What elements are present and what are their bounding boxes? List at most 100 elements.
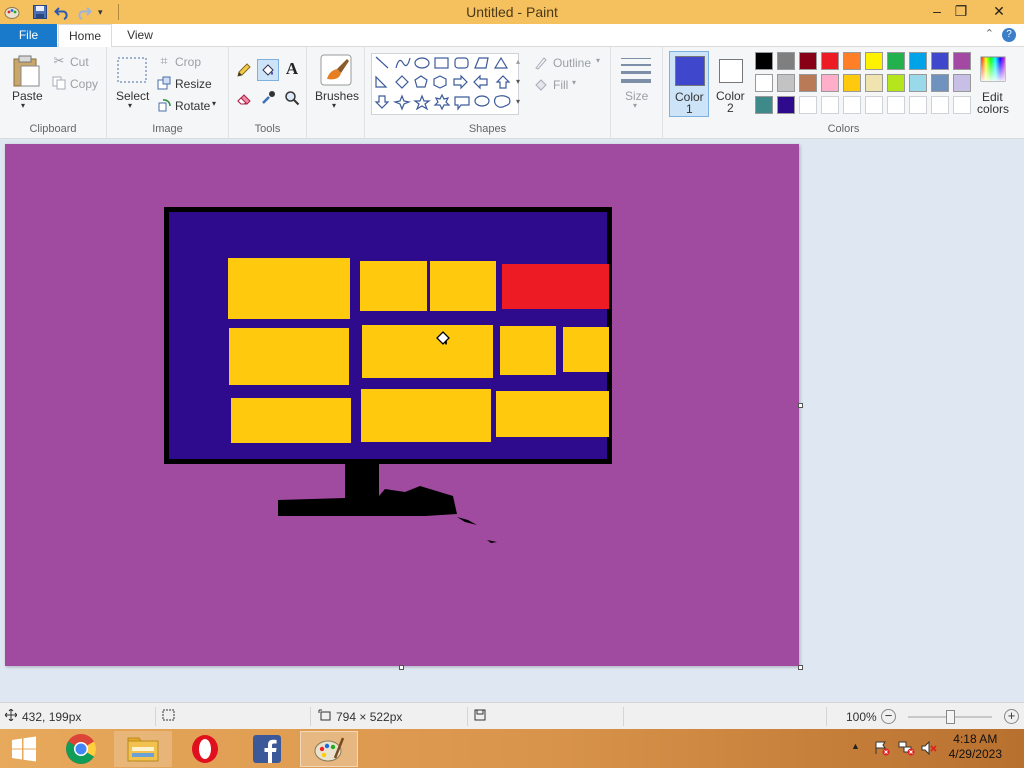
drawing-canvas[interactable]: [5, 144, 799, 666]
palette-swatch[interactable]: [755, 52, 773, 70]
rotate-icon[interactable]: [157, 98, 171, 112]
resize-button[interactable]: Resize: [175, 77, 212, 91]
zoom-slider-thumb[interactable]: [945, 710, 955, 724]
help-icon[interactable]: ?: [1002, 28, 1016, 42]
color2-button[interactable]: Color 2: [711, 51, 751, 117]
palette-swatch[interactable]: [843, 74, 861, 92]
palette-swatch[interactable]: [799, 52, 817, 70]
tab-home[interactable]: Home: [58, 24, 112, 48]
brushes-button[interactable]: Brushes: [315, 89, 359, 103]
cut-button[interactable]: Cut: [70, 55, 89, 69]
pencil-icon[interactable]: [235, 61, 253, 79]
rotate-button[interactable]: Rotate: [175, 99, 210, 113]
crop-icon[interactable]: ⌗: [157, 53, 171, 68]
color1-button[interactable]: Color 1: [669, 51, 709, 117]
tile: [496, 391, 609, 437]
size-dropdown-icon[interactable]: ▾: [633, 101, 637, 110]
palette-swatch[interactable]: [887, 52, 905, 70]
rotate-dropdown-icon[interactable]: ▾: [212, 99, 216, 108]
copy-icon[interactable]: [52, 76, 66, 90]
fill-dropdown-icon[interactable]: ▾: [572, 78, 576, 87]
palette-swatch[interactable]: [931, 96, 949, 114]
volume-muted-icon[interactable]: [921, 740, 938, 759]
fill-icon[interactable]: [533, 77, 549, 93]
outline-icon[interactable]: [533, 55, 549, 71]
tab-view[interactable]: View: [114, 24, 166, 48]
paste-dropdown-icon[interactable]: ▾: [21, 101, 25, 110]
palette-swatch[interactable]: [865, 96, 883, 114]
crop-button[interactable]: Crop: [175, 55, 201, 69]
select-icon[interactable]: [117, 57, 147, 83]
palette-swatch[interactable]: [865, 52, 883, 70]
magnifier-icon[interactable]: [283, 89, 301, 107]
brushes-dropdown-icon[interactable]: ▾: [332, 101, 336, 110]
shapes-scroll-up-icon[interactable]: ▴: [516, 57, 520, 66]
palette-swatch[interactable]: [931, 52, 949, 70]
resize-handle-right[interactable]: [798, 403, 803, 408]
palette-swatch[interactable]: [799, 74, 817, 92]
outline-dropdown-icon[interactable]: ▾: [596, 56, 600, 65]
palette-swatch[interactable]: [953, 96, 971, 114]
palette-swatch[interactable]: [799, 96, 817, 114]
network-icon[interactable]: [898, 740, 915, 759]
canvas-area[interactable]: [0, 139, 1024, 702]
chrome-taskbar-button[interactable]: [52, 731, 110, 767]
palette-swatch[interactable]: [865, 74, 883, 92]
palette-swatch[interactable]: [843, 52, 861, 70]
copy-button[interactable]: Copy: [70, 77, 98, 91]
palette-swatch[interactable]: [909, 74, 927, 92]
palette-swatch[interactable]: [887, 74, 905, 92]
action-center-icon[interactable]: [874, 740, 890, 759]
palette-swatch[interactable]: [953, 52, 971, 70]
edit-colors-icon[interactable]: [979, 55, 1007, 83]
palette-swatch[interactable]: [821, 74, 839, 92]
palette-swatch[interactable]: [755, 74, 773, 92]
opera-taskbar-button[interactable]: [176, 731, 234, 767]
start-button[interactable]: [0, 731, 48, 767]
shapes-expand-icon[interactable]: ▾: [516, 97, 520, 106]
zoom-in-button[interactable]: +: [1004, 709, 1019, 724]
zoom-out-button[interactable]: −: [881, 709, 896, 724]
collapse-ribbon-icon[interactable]: ⌃: [985, 27, 994, 40]
facebook-taskbar-button[interactable]: [238, 731, 296, 767]
fill-bucket-icon[interactable]: [257, 59, 279, 81]
tab-file[interactable]: File: [0, 24, 57, 47]
show-hidden-icons-button[interactable]: ▲: [851, 741, 860, 751]
file-explorer-taskbar-button[interactable]: [114, 731, 172, 767]
shapes-scroll-down-icon[interactable]: ▾: [516, 77, 520, 86]
palette-swatch[interactable]: [843, 96, 861, 114]
palette-swatch[interactable]: [909, 52, 927, 70]
palette-swatch[interactable]: [777, 74, 795, 92]
paste-icon[interactable]: [10, 53, 42, 89]
palette-swatch[interactable]: [931, 74, 949, 92]
text-icon[interactable]: A: [282, 59, 302, 79]
color-picker-icon[interactable]: [259, 89, 277, 107]
select-dropdown-icon[interactable]: ▾: [128, 101, 132, 110]
palette-swatch[interactable]: [953, 74, 971, 92]
close-button[interactable]: ✕: [984, 0, 1014, 22]
resize-handle-bottom[interactable]: [399, 665, 404, 670]
resize-icon[interactable]: [157, 76, 171, 90]
select-button[interactable]: Select: [116, 89, 149, 103]
palette-swatch[interactable]: [887, 96, 905, 114]
resize-handle-corner[interactable]: [798, 665, 803, 670]
palette-swatch[interactable]: [821, 52, 839, 70]
restore-button[interactable]: ❐: [946, 0, 976, 22]
paint-taskbar-button[interactable]: [300, 731, 358, 767]
palette-swatch[interactable]: [821, 96, 839, 114]
paste-button[interactable]: Paste: [12, 89, 43, 103]
zoom-slider[interactable]: [908, 710, 992, 724]
cut-icon[interactable]: ✂: [52, 53, 66, 68]
palette-swatch[interactable]: [777, 52, 795, 70]
palette-swatch[interactable]: [909, 96, 927, 114]
palette-swatch[interactable]: [777, 96, 795, 114]
edit-colors-label-2[interactable]: colors: [977, 102, 1009, 116]
palette-swatch[interactable]: [755, 96, 773, 114]
system-clock[interactable]: 4:18 AM 4/29/2023: [949, 732, 1002, 762]
outline-button[interactable]: Outline: [553, 56, 591, 70]
shapes-gallery[interactable]: [371, 53, 519, 115]
brushes-icon[interactable]: [319, 53, 353, 87]
fill-button[interactable]: Fill: [553, 78, 568, 92]
size-icon[interactable]: [619, 55, 653, 85]
eraser-icon[interactable]: [235, 89, 253, 107]
